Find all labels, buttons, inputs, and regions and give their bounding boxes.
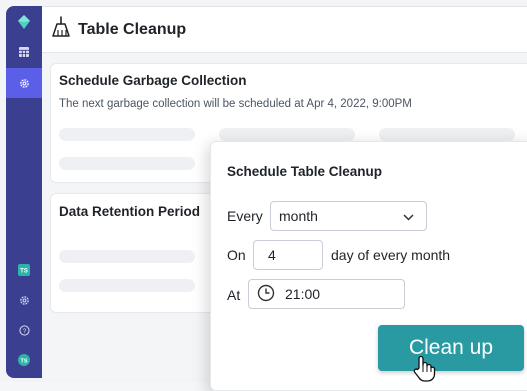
settings-icon[interactable] — [6, 286, 42, 314]
skeleton-line — [59, 128, 195, 141]
skeleton-line — [59, 250, 195, 263]
garbage-collection-title: Schedule Garbage Collection — [59, 73, 247, 88]
dialog-title: Schedule Table Cleanup — [227, 164, 383, 179]
every-label: Every — [227, 208, 263, 224]
frequency-select[interactable]: month — [270, 201, 427, 231]
user-avatar-icon[interactable]: TS — [6, 346, 42, 374]
skeleton-line — [379, 128, 515, 141]
grid-icon[interactable] — [6, 38, 42, 66]
gear-icon[interactable] — [6, 68, 42, 98]
hand-cursor-icon — [412, 355, 436, 387]
page-title: Table Cleanup — [78, 20, 187, 38]
clock-icon — [257, 284, 275, 305]
help-icon[interactable]: ? — [6, 316, 42, 344]
diamond-logo-icon[interactable] — [6, 8, 42, 36]
broom-icon — [52, 16, 72, 43]
chevron-down-icon — [403, 208, 414, 224]
clean-up-button[interactable]: Clean up — [378, 325, 524, 371]
schedule-table-cleanup-dialog: Schedule Table Cleanup Every month On 4 … — [210, 141, 527, 391]
garbage-collection-description: The next garbage collection will be sche… — [59, 98, 412, 110]
day-input[interactable]: 4 — [253, 240, 323, 270]
frequency-value: month — [279, 208, 318, 224]
svg-text:TS: TS — [20, 358, 27, 364]
skeleton-line — [219, 128, 355, 141]
on-label: On — [227, 247, 246, 263]
data-retention-title: Data Retention Period — [59, 204, 201, 219]
sidebar: TS ? TS — [6, 6, 42, 378]
skeleton-line — [59, 157, 195, 170]
time-input[interactable]: 21:00 — [248, 279, 405, 309]
skeleton-line — [59, 279, 195, 292]
svg-text:?: ? — [22, 327, 26, 334]
day-value: 4 — [268, 247, 276, 263]
time-value: 21:00 — [285, 286, 321, 302]
at-label: At — [227, 287, 241, 303]
page-header: Table Cleanup — [42, 7, 527, 53]
ts-badge-icon[interactable]: TS — [6, 256, 42, 284]
day-suffix-label: day of every month — [331, 247, 451, 263]
svg-text:TS: TS — [20, 269, 28, 275]
app-frame: TS ? TS Table Cleanup Schedule Garbage C… — [0, 0, 527, 391]
